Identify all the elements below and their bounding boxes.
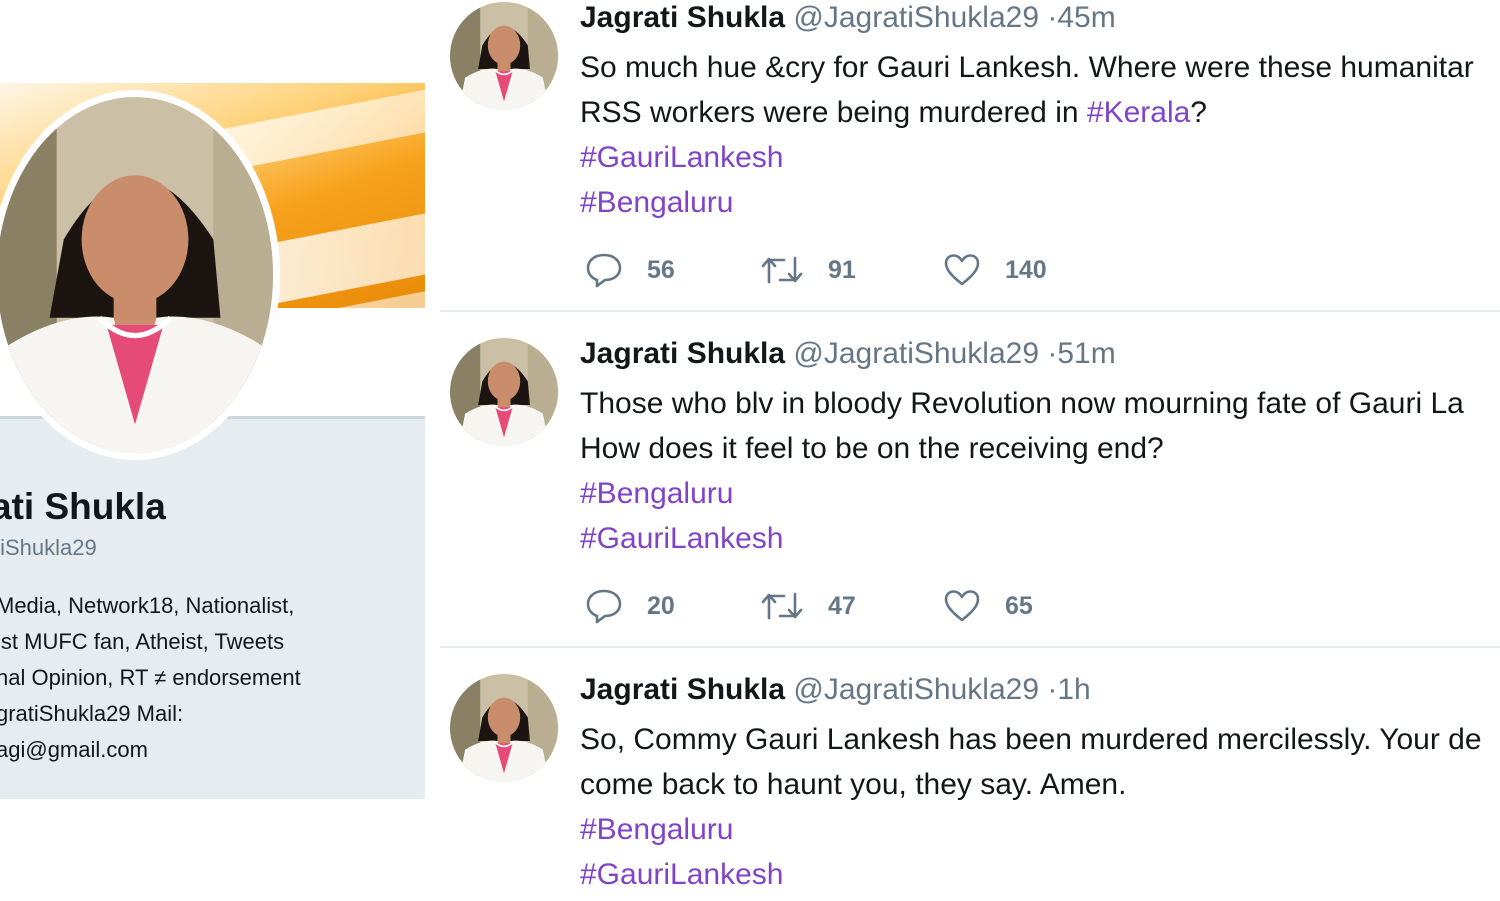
profile-avatar[interactable]	[0, 90, 280, 460]
tweet-text-line: come back to haunt you, they say. Amen.	[580, 768, 1127, 801]
profile-bio-line: gratiShukla29 Mail:	[0, 701, 184, 726]
tweet-author-name[interactable]: Jagrati Shukla	[580, 1, 785, 34]
hashtag-link[interactable]: #GauriLankesh	[580, 135, 1474, 180]
retweet-count: 47	[828, 591, 856, 620]
tweet-divider	[440, 646, 1500, 648]
hashtag-link[interactable]: #GauriLankesh	[580, 852, 1482, 897]
tweet-text-line: So, Commy Gauri Lankesh has been murdere…	[580, 723, 1482, 756]
tweet-author-name[interactable]: Jagrati Shukla	[580, 673, 785, 706]
profile-handle[interactable]: tiShukla29	[0, 535, 97, 561]
reply-button[interactable]: 56	[585, 250, 675, 290]
like-button[interactable]: 140	[943, 250, 1047, 290]
tweet-text-fragment: RSS workers were being murdered in	[580, 96, 1087, 129]
hashtag-link[interactable]: #Bengaluru	[580, 807, 1482, 852]
tweet-dot-separator: ·	[1047, 337, 1058, 370]
tweet-header: Jagrati Shukla @JagratiShukla29 ·1h	[580, 672, 1091, 708]
profile-bio-line: Media, Network18, Nationalist,	[0, 593, 295, 618]
like-count: 65	[1005, 591, 1033, 620]
profile-card: ati Shukla tiShukla29 Media, Network18, …	[0, 0, 425, 901]
profile-bio-line: nal Opinion, RT ≠ endorsement	[0, 665, 301, 690]
tweet-text-fragment: ?	[1190, 96, 1207, 129]
hashtag-link[interactable]: #Bengaluru	[580, 471, 1464, 516]
tweet-timestamp[interactable]: 51m	[1057, 337, 1115, 370]
reply-icon	[586, 589, 622, 624]
tweet-avatar[interactable]	[450, 674, 558, 782]
tweet-author-handle[interactable]: @JagratiShukla29	[793, 673, 1039, 706]
reply-count: 20	[647, 591, 675, 620]
retweet-button[interactable]: 91	[760, 250, 856, 290]
hashtag-link[interactable]: #Kerala	[1087, 96, 1190, 129]
profile-name[interactable]: ati Shukla	[0, 486, 166, 528]
tweet-text-line: RSS workers were being murdered in #Kera…	[580, 90, 1474, 135]
tweet-author-handle[interactable]: @JagratiShukla29	[793, 1, 1039, 34]
tweet-avatar[interactable]	[450, 338, 558, 446]
tweet-author-name[interactable]: Jagrati Shukla	[580, 337, 785, 370]
hashtag-link[interactable]: #Bengaluru	[580, 180, 1474, 225]
tweet-text-line: So much hue &cry for Gauri Lankesh. Wher…	[580, 51, 1474, 84]
tweet-timeline: Jagrati Shukla @JagratiShukla29 ·45m So …	[440, 0, 1500, 901]
tweet-text: So much hue &cry for Gauri Lankesh. Wher…	[580, 45, 1474, 225]
tweet-text-line: How does it feel to be on the receiving …	[580, 432, 1164, 465]
retweet-icon	[761, 592, 803, 620]
tweet-text: Those who blv in bloody Revolution now m…	[580, 381, 1464, 561]
retweet-count: 91	[828, 255, 856, 284]
reply-button[interactable]: 20	[585, 586, 675, 626]
tweet-actions: 20 47 65	[585, 586, 1185, 626]
profile-bio-line: ist MUFC fan, Atheist, Tweets	[0, 629, 285, 654]
reply-icon	[586, 253, 622, 288]
like-count: 140	[1005, 255, 1047, 284]
tweet-author-handle[interactable]: @JagratiShukla29	[793, 337, 1039, 370]
tweet-header: Jagrati Shukla @JagratiShukla29 ·51m	[580, 336, 1116, 372]
like-button[interactable]: 65	[943, 586, 1033, 626]
tweet-header: Jagrati Shukla @JagratiShukla29 ·45m	[580, 0, 1116, 36]
tweet-text: So, Commy Gauri Lankesh has been murdere…	[580, 717, 1482, 897]
heart-icon	[944, 254, 980, 286]
tweet-divider	[440, 310, 1500, 312]
tweet-dot-separator: ·	[1047, 1, 1058, 34]
tweet-timestamp[interactable]: 45m	[1057, 1, 1115, 34]
tweet-actions: 56 91 140	[585, 250, 1185, 290]
reply-count: 56	[647, 255, 675, 284]
retweet-button[interactable]: 47	[760, 586, 856, 626]
tweet-text-line: Those who blv in bloody Revolution now m…	[580, 387, 1464, 420]
tweet-avatar[interactable]	[450, 2, 558, 110]
retweet-icon	[761, 256, 803, 284]
tweet-dot-separator: ·	[1047, 673, 1058, 706]
hashtag-link[interactable]: #GauriLankesh	[580, 516, 1464, 561]
profile-bio-line: agi@gmail.com	[0, 737, 148, 762]
heart-icon	[944, 590, 980, 622]
tweet-timestamp[interactable]: 1h	[1057, 673, 1090, 706]
